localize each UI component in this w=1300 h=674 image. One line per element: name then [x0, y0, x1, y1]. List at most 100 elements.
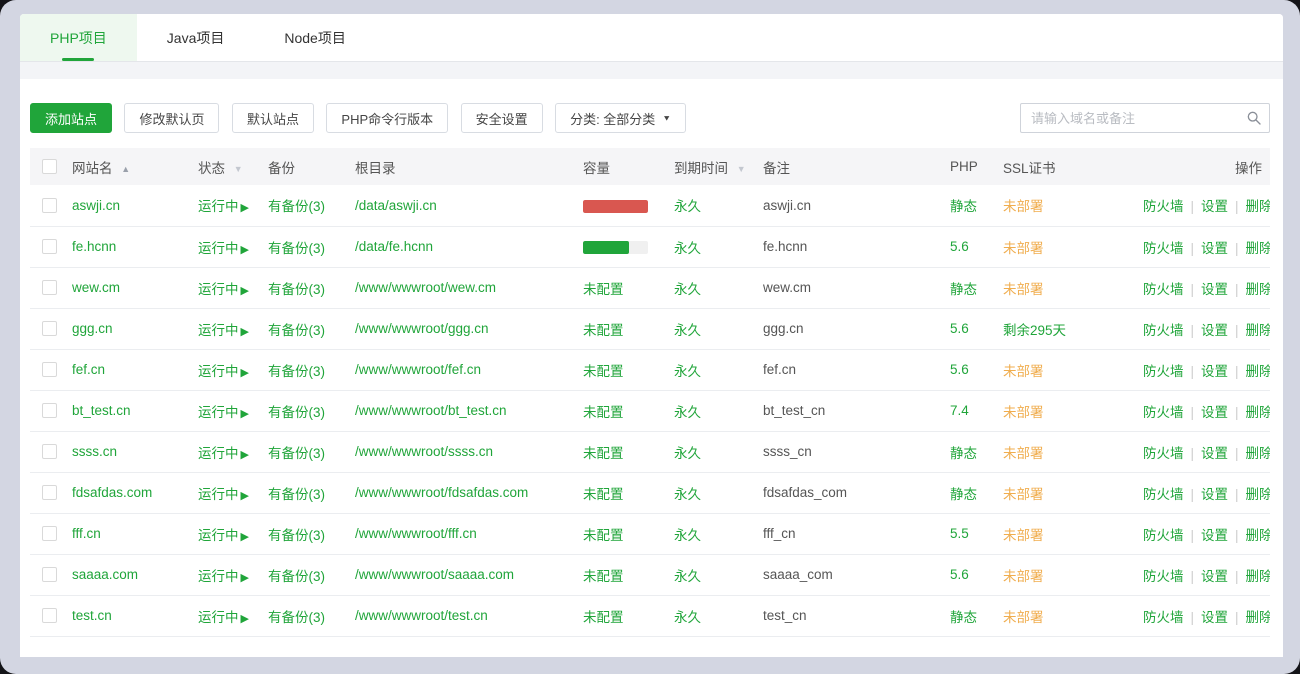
ssl-status-link[interactable]: 未部署: [1003, 282, 1044, 297]
site-name-link[interactable]: test.cn: [72, 608, 112, 623]
row-checkbox[interactable]: [42, 444, 57, 459]
op-link-settings[interactable]: 设置: [1201, 364, 1228, 379]
op-link-firewall[interactable]: 防火墙: [1143, 282, 1184, 297]
op-link-delete[interactable]: 删除: [1246, 199, 1270, 214]
root-path-link[interactable]: /www/wwwroot/saaaa.com: [355, 567, 514, 582]
op-link-firewall[interactable]: 防火墙: [1143, 528, 1184, 543]
row-checkbox[interactable]: [42, 239, 57, 254]
site-name-link[interactable]: saaaa.com: [72, 567, 138, 582]
row-checkbox[interactable]: [42, 608, 57, 623]
op-link-firewall[interactable]: 防火墙: [1143, 199, 1184, 214]
backup-link[interactable]: 有备份(3): [268, 610, 325, 625]
remark-value[interactable]: test_cn: [763, 608, 807, 623]
backup-link[interactable]: 有备份(3): [268, 528, 325, 543]
root-path-link[interactable]: /www/wwwroot/fff.cn: [355, 526, 477, 541]
op-link-settings[interactable]: 设置: [1201, 199, 1228, 214]
op-link-firewall[interactable]: 防火墙: [1143, 446, 1184, 461]
op-link-settings[interactable]: 设置: [1201, 487, 1228, 502]
category-filter-dropdown[interactable]: 分类: 全部分类 ▼: [555, 103, 686, 133]
root-path-link[interactable]: /www/wwwroot/bt_test.cn: [355, 403, 507, 418]
search-input[interactable]: [1020, 103, 1270, 133]
root-path-link[interactable]: /www/wwwroot/wew.cm: [355, 280, 496, 295]
root-path-link[interactable]: /www/wwwroot/test.cn: [355, 608, 488, 623]
op-link-firewall[interactable]: 防火墙: [1143, 487, 1184, 502]
row-checkbox[interactable]: [42, 403, 57, 418]
expire-value[interactable]: 永久: [674, 446, 701, 461]
ssl-status-link[interactable]: 未部署: [1003, 199, 1044, 214]
site-status-link[interactable]: 运行中▶: [198, 487, 249, 502]
backup-link[interactable]: 有备份(3): [268, 199, 325, 214]
op-link-firewall[interactable]: 防火墙: [1143, 610, 1184, 625]
op-link-settings[interactable]: 设置: [1201, 610, 1228, 625]
root-path-link[interactable]: /www/wwwroot/fef.cn: [355, 362, 481, 377]
row-checkbox[interactable]: [42, 321, 57, 336]
op-link-delete[interactable]: 删除: [1246, 446, 1270, 461]
site-status-link[interactable]: 运行中▶: [198, 241, 249, 256]
expire-value[interactable]: 永久: [674, 199, 701, 214]
ssl-status-link[interactable]: 未部署: [1003, 528, 1044, 543]
ssl-status-link[interactable]: 未部署: [1003, 569, 1044, 584]
row-checkbox[interactable]: [42, 567, 57, 582]
root-path-link[interactable]: /www/wwwroot/ggg.cn: [355, 321, 489, 336]
site-status-link[interactable]: 运行中▶: [198, 569, 249, 584]
backup-link[interactable]: 有备份(3): [268, 487, 325, 502]
op-link-delete[interactable]: 删除: [1246, 241, 1270, 256]
remark-value[interactable]: wew.cm: [763, 280, 811, 295]
site-status-link[interactable]: 运行中▶: [198, 282, 249, 297]
expire-value[interactable]: 永久: [674, 282, 701, 297]
row-checkbox[interactable]: [42, 526, 57, 541]
op-link-delete[interactable]: 删除: [1246, 487, 1270, 502]
op-link-settings[interactable]: 设置: [1201, 446, 1228, 461]
expire-value[interactable]: 永久: [674, 241, 701, 256]
expire-value[interactable]: 永久: [674, 323, 701, 338]
backup-link[interactable]: 有备份(3): [268, 446, 325, 461]
expire-value[interactable]: 永久: [674, 528, 701, 543]
backup-link[interactable]: 有备份(3): [268, 405, 325, 420]
ssl-status-link[interactable]: 未部署: [1003, 446, 1044, 461]
ssl-status-link[interactable]: 未部署: [1003, 610, 1044, 625]
remark-value[interactable]: ggg.cn: [763, 321, 804, 336]
expire-value[interactable]: 永久: [674, 569, 701, 584]
op-link-delete[interactable]: 删除: [1246, 282, 1270, 297]
tab-node[interactable]: Node项目: [254, 14, 375, 61]
site-name-link[interactable]: fdsafdas.com: [72, 485, 152, 500]
row-checkbox[interactable]: [42, 280, 57, 295]
backup-link[interactable]: 有备份(3): [268, 569, 325, 584]
remark-value[interactable]: saaaa_com: [763, 567, 833, 582]
site-name-link[interactable]: fff.cn: [72, 526, 101, 541]
op-link-settings[interactable]: 设置: [1201, 241, 1228, 256]
backup-link[interactable]: 有备份(3): [268, 364, 325, 379]
remark-value[interactable]: fff_cn: [763, 526, 796, 541]
op-link-delete[interactable]: 删除: [1246, 364, 1270, 379]
site-status-link[interactable]: 运行中▶: [198, 199, 249, 214]
remark-value[interactable]: ssss_cn: [763, 444, 812, 459]
site-name-link[interactable]: ggg.cn: [72, 321, 113, 336]
site-name-link[interactable]: fe.hcnn: [72, 239, 116, 254]
expire-value[interactable]: 永久: [674, 610, 701, 625]
site-name-link[interactable]: bt_test.cn: [72, 403, 131, 418]
op-link-firewall[interactable]: 防火墙: [1143, 241, 1184, 256]
backup-link[interactable]: 有备份(3): [268, 282, 325, 297]
select-all-checkbox[interactable]: [42, 159, 57, 174]
search-icon[interactable]: [1246, 110, 1262, 131]
row-checkbox[interactable]: [42, 485, 57, 500]
site-name-link[interactable]: ssss.cn: [72, 444, 117, 459]
root-path-link[interactable]: /www/wwwroot/ssss.cn: [355, 444, 493, 459]
expire-value[interactable]: 永久: [674, 405, 701, 420]
col-header-expire[interactable]: 到期时间 ▼: [674, 148, 763, 185]
op-link-firewall[interactable]: 防火墙: [1143, 364, 1184, 379]
tab-java[interactable]: Java项目: [137, 14, 255, 61]
ssl-status-link[interactable]: 未部署: [1003, 487, 1044, 502]
site-status-link[interactable]: 运行中▶: [198, 323, 249, 338]
op-link-delete[interactable]: 删除: [1246, 610, 1270, 625]
op-link-settings[interactable]: 设置: [1201, 282, 1228, 297]
op-link-delete[interactable]: 删除: [1246, 323, 1270, 338]
op-link-settings[interactable]: 设置: [1201, 528, 1228, 543]
ssl-status-link[interactable]: 未部署: [1003, 405, 1044, 420]
root-path-link[interactable]: /data/aswji.cn: [355, 198, 437, 213]
op-link-settings[interactable]: 设置: [1201, 569, 1228, 584]
site-status-link[interactable]: 运行中▶: [198, 364, 249, 379]
add-site-button[interactable]: 添加站点: [30, 103, 112, 133]
default-site-button[interactable]: 默认站点: [232, 103, 314, 133]
op-link-delete[interactable]: 删除: [1246, 405, 1270, 420]
